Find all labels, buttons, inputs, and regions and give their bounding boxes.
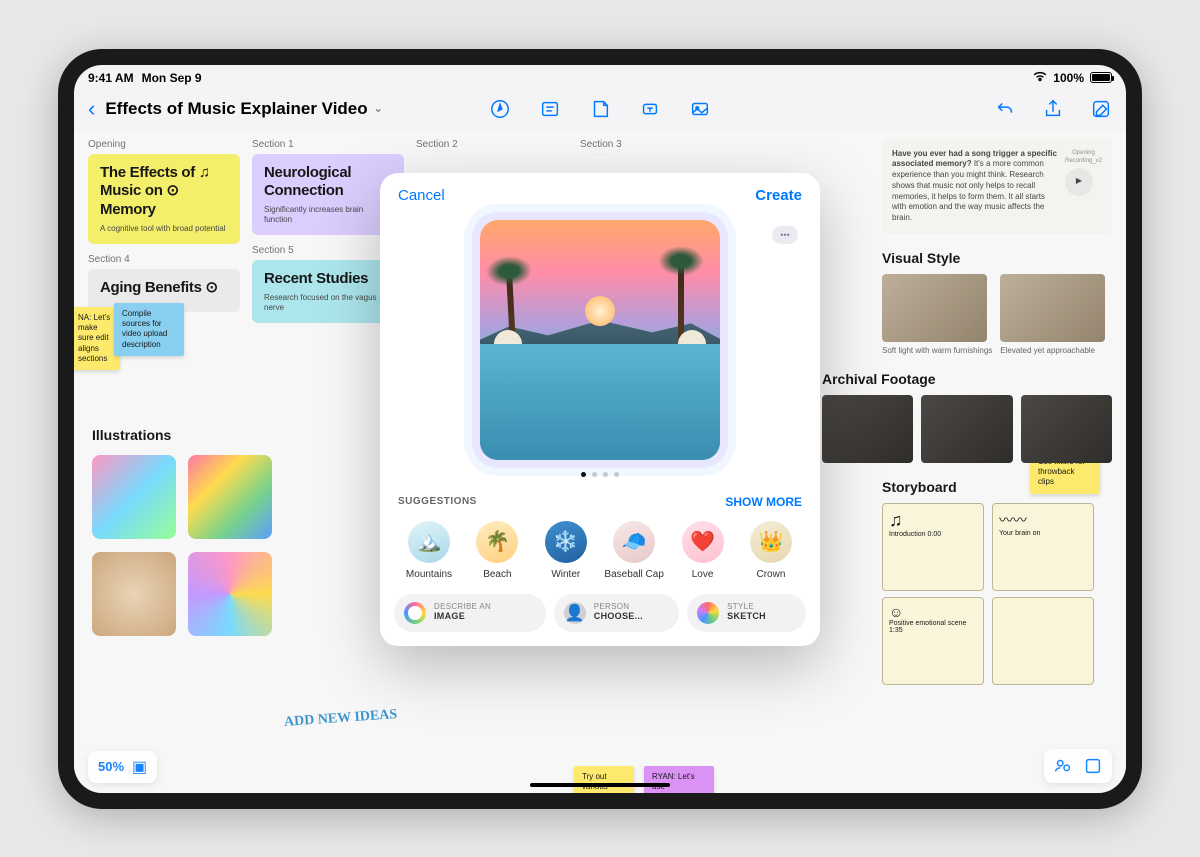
show-more-button[interactable]: SHOW MORE [725,495,802,509]
compose-icon[interactable] [1090,98,1112,120]
collaboration-icon[interactable] [1052,755,1074,777]
suggestion-beach[interactable]: 🌴Beach [466,521,528,580]
storyboard-cell[interactable]: ☺Positive emotional scene 1:35 [882,597,984,685]
sticky-note[interactable]: RYAN: Let's use [644,766,714,793]
status-bar: 9:41 AM Mon Sep 9 100% [74,65,1126,87]
grid-icon[interactable] [1082,755,1104,777]
media-tool-icon[interactable] [689,98,711,120]
status-time: 9:41 AM [88,71,134,85]
section-label: Section 2 [416,139,568,150]
create-button[interactable]: Create [755,187,802,204]
style-chip[interactable]: STYLESKETCH [687,594,806,632]
section-label: Section 3 [580,139,732,150]
sticky-note[interactable]: Try out various [574,766,634,793]
back-button[interactable]: ‹ [88,96,95,122]
storyboard-heading: Storyboard [882,479,1112,495]
suggestion-crown[interactable]: 👑Crown [740,521,802,580]
illustration-thumb[interactable] [188,455,272,539]
visual-thumb[interactable] [882,274,987,342]
fit-icon[interactable]: ▣ [132,757,147,777]
wifi-icon [1033,71,1047,85]
pen-tool-icon[interactable] [489,98,511,120]
describe-image-chip[interactable]: DESCRIBE ANIMAGE [394,594,546,632]
sticky-tool-icon[interactable] [589,98,611,120]
handwriting[interactable]: ADD NEW IDEAS [284,707,398,731]
home-indicator[interactable] [530,783,670,787]
illustration-thumb[interactable] [92,455,176,539]
zoom-control[interactable]: 50% ▣ [88,751,157,783]
play-icon[interactable]: ▶ [1065,168,1093,196]
archival-heading: Archival Footage [822,371,1112,387]
suggestions-label: SUGGESTIONS [398,496,477,507]
status-date: Mon Sep 9 [142,71,202,85]
describe-icon [404,602,426,624]
shape-tool-icon[interactable] [639,98,661,120]
person-chip[interactable]: 👤 PERSONCHOOSE... [554,594,679,632]
image-playground-modal: Cancel Create ••• SUGGESTIONS SHOW MORE … [380,173,820,646]
text-tool-icon[interactable] [539,98,561,120]
audio-note[interactable]: Have you ever had a song trigger a speci… [882,139,1112,235]
more-options-button[interactable]: ••• [772,226,798,244]
visual-thumb[interactable] [1000,274,1105,342]
battery-percent: 100% [1053,71,1084,85]
page-dots[interactable] [398,472,802,477]
suggestion-winter[interactable]: ❄️Winter [535,521,597,580]
sticky-note[interactable]: Compile sources for video upload descrip… [114,303,184,357]
archival-thumb[interactable] [921,395,1012,463]
undo-icon[interactable] [994,98,1016,120]
illustration-thumb[interactable] [92,552,176,636]
generated-image[interactable] [480,220,720,460]
illustrations-section: Illustrations [88,411,276,645]
chevron-down-icon: ⌄ [374,102,383,115]
app-toolbar: ‹ Effects of Music Explainer Video ⌄ [74,87,1126,131]
style-icon [697,602,719,624]
storyboard-cell[interactable]: ♫Introduction 0:00 [882,503,984,591]
section-label: Opening [88,139,240,150]
section-label: Section 4 [88,254,240,265]
visual-style-heading: Visual Style [882,250,1112,266]
storyboard-cell[interactable] [992,597,1094,685]
cancel-button[interactable]: Cancel [398,187,445,204]
battery-icon [1090,72,1112,83]
card-opening[interactable]: The Effects of ♫ Music on ⊙ Memory A cog… [88,154,240,244]
storyboard-cell[interactable]: 〰〰Your brain on [992,503,1094,591]
archival-thumb[interactable] [822,395,913,463]
share-icon[interactable] [1042,98,1064,120]
person-icon: 👤 [564,602,586,624]
section-label: Section 1 [252,139,404,150]
archival-thumb[interactable] [1021,395,1112,463]
suggestion-love[interactable]: ❤️Love [672,521,734,580]
document-title[interactable]: Effects of Music Explainer Video ⌄ [105,99,383,119]
suggestion-mountains[interactable]: 🏔️Mountains [398,521,460,580]
illustration-thumb[interactable] [188,552,272,636]
suggestion-baseball-cap[interactable]: 🧢Baseball Cap [603,521,665,580]
